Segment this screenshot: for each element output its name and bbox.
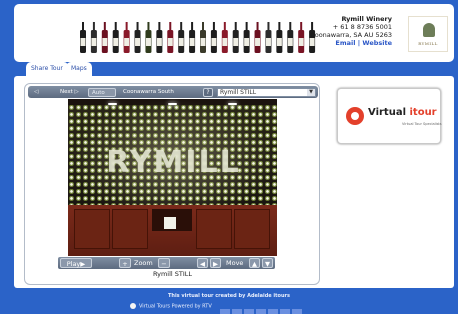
cabinet-door — [196, 209, 232, 249]
website-link[interactable]: Website — [362, 39, 392, 47]
wine-bottle — [200, 22, 206, 53]
wine-bottle — [254, 22, 261, 53]
wine-bottle — [101, 22, 108, 53]
zoom-in-button[interactable]: + — [119, 258, 131, 268]
wine-bottle — [90, 22, 97, 53]
wine-bottle — [112, 22, 119, 53]
ad-brand: Virtual itour — [368, 107, 437, 118]
scene-caption: Rymill STILL — [152, 270, 193, 278]
cabinet-door — [112, 209, 148, 249]
winery-phone: + 61 8 8736 5001 — [332, 23, 392, 31]
winery-address: Coonawarra, SA AU 5263 — [310, 31, 392, 39]
wine-bottle — [243, 22, 250, 53]
winery-contact: Rymill Winery + 61 8 8736 5001 Coonawarr… — [310, 15, 392, 47]
wine-bottle — [145, 22, 152, 53]
move-left-button[interactable]: ◀ — [197, 258, 208, 268]
location-pin-icon — [346, 107, 364, 125]
winery-logo[interactable]: RYMILL — [408, 16, 448, 52]
footer-powered[interactable]: Virtual Tours Powered by RTV — [130, 303, 212, 310]
social-icon[interactable] — [280, 309, 290, 314]
ceiling-light — [168, 103, 177, 105]
move-label: Move — [226, 259, 244, 267]
wine-bottle — [156, 22, 163, 53]
display-box — [164, 217, 176, 229]
panorama-view[interactable]: RYMILL — [68, 99, 277, 256]
back-button[interactable]: ◁ Back — [31, 88, 53, 104]
social-icon[interactable] — [268, 309, 278, 314]
cabinet-door — [74, 209, 110, 249]
footer-powered-text: Virtual Tours Powered by RTV — [139, 303, 212, 310]
zoom-out-button[interactable]: − — [158, 258, 170, 268]
tab-maps[interactable]: Maps — [66, 62, 92, 76]
social-icon[interactable] — [244, 309, 254, 314]
wine-bottle — [123, 22, 130, 53]
social-icon[interactable] — [232, 309, 242, 314]
auto-button[interactable]: Auto ◁▷ — [88, 88, 116, 105]
wine-bottle — [167, 22, 174, 53]
rymill-horse-icon — [423, 23, 435, 37]
ad-brand-accent: itour — [409, 107, 437, 118]
ceiling-light — [108, 103, 117, 105]
wine-bottle — [265, 22, 272, 53]
ceiling-light — [228, 103, 237, 105]
ad-tagline: Virtual Tour Specialists — [402, 122, 442, 126]
wall-bottle-lettering: RYMILL — [106, 145, 241, 180]
social-icon[interactable] — [292, 309, 302, 314]
wine-bottle — [276, 22, 283, 53]
wine-bottle — [189, 22, 196, 53]
globe-icon — [130, 303, 136, 309]
wine-bottle — [178, 22, 185, 53]
wine-bottle — [210, 22, 217, 53]
footer-credit[interactable]: This virtual tour created by Adelaide it… — [0, 293, 458, 299]
wine-bottle — [221, 22, 228, 53]
move-up-button[interactable]: ▲ — [249, 258, 260, 268]
cabinet-door — [234, 209, 270, 249]
header-banner: Rymill Winery + 61 8 8736 5001 Coonawarr… — [14, 4, 454, 62]
wine-bottle — [287, 22, 294, 53]
virtual-itour-ad[interactable]: Virtual itour Virtual Tour Specialists — [337, 88, 442, 144]
help-button[interactable]: ? — [203, 88, 213, 97]
link-separator: | — [357, 39, 361, 47]
next-button[interactable]: Next ▷ — [57, 88, 82, 97]
email-link[interactable]: Email — [335, 39, 355, 47]
social-icon[interactable] — [220, 309, 230, 314]
ad-brand-main: Virtual — [368, 107, 410, 118]
winery-name: Rymill Winery — [341, 15, 392, 23]
region-label: Coonawarra South Australia — [123, 89, 174, 104]
wine-bottle — [298, 22, 305, 53]
chevron-down-icon[interactable]: ▼ — [307, 89, 315, 96]
play-button[interactable]: Play▶ — [60, 258, 92, 268]
social-icon[interactable] — [256, 309, 266, 314]
wine-bottle — [232, 22, 239, 53]
wine-bottles-banner — [80, 22, 316, 53]
wine-bottle — [80, 22, 86, 53]
zoom-label: Zoom — [134, 259, 153, 267]
wine-bottle — [134, 22, 141, 53]
scene-select[interactable]: Rymill STILL ▼ — [217, 88, 316, 97]
tab-share-tour[interactable]: Share Tour — [26, 62, 69, 76]
move-down-button[interactable]: ▼ — [262, 258, 273, 268]
move-right-button[interactable]: ▶ — [210, 258, 221, 268]
scene-select-value: Rymill STILL — [220, 89, 257, 96]
footer-icons — [220, 309, 312, 314]
logo-text: RYMILL — [418, 41, 438, 46]
